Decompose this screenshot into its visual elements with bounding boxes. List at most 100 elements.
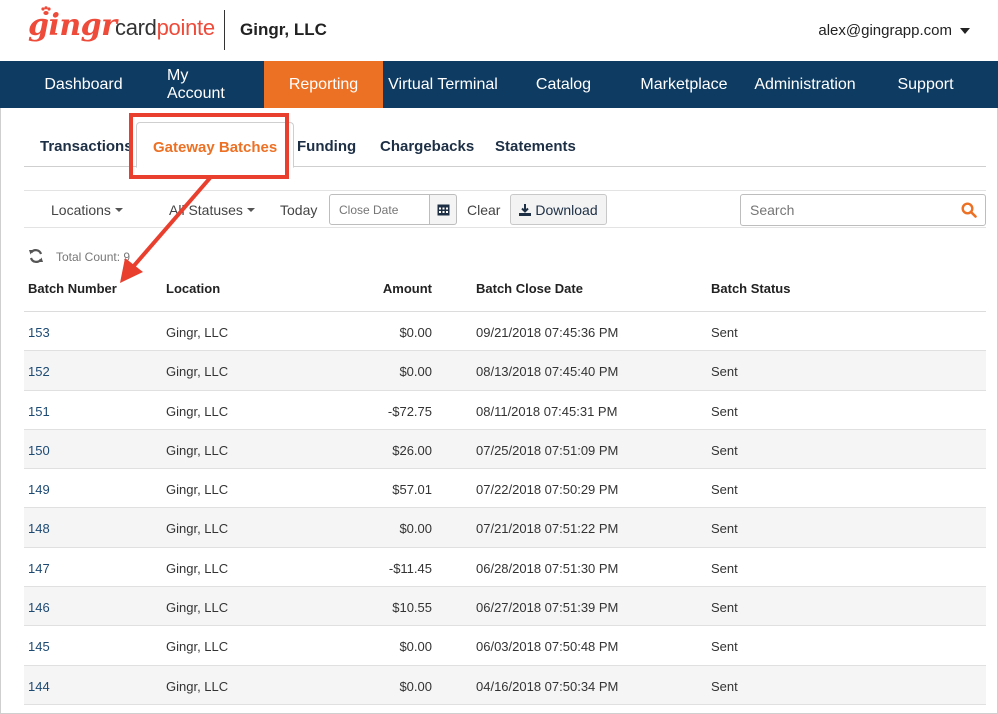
table-row[interactable]: 149 Gingr, LLC $57.01 07/22/2018 07:50:29 P… (24, 469, 986, 509)
location-cell: Gingr, LLC (166, 364, 229, 380)
download-button[interactable]: Download (510, 194, 607, 225)
tab-transactions[interactable]: Transactions (40, 138, 133, 155)
brand-divider (224, 10, 225, 50)
user-menu[interactable]: alex@gingrapp.com (818, 22, 970, 39)
tab-statements[interactable]: Statements (495, 138, 576, 155)
location-cell: Gingr, LLC (166, 678, 229, 694)
refresh-icon[interactable] (28, 248, 44, 264)
close-date-cell: 06/27/2018 07:51:39 PM (476, 600, 619, 616)
calendar-button[interactable] (429, 194, 457, 225)
amount-cell: $0.00 (399, 639, 432, 655)
location-cell: Gingr, LLC (166, 639, 229, 655)
close-date-cell: 09/21/2018 07:45:36 PM (476, 325, 619, 340)
amount-cell: $0.00 (399, 678, 432, 694)
tab-chargebacks[interactable]: Chargebacks (380, 138, 474, 155)
table-row[interactable]: 144 Gingr, LLC $0.00 04/16/2018 07:50:34 PM… (24, 665, 986, 705)
search-input[interactable] (741, 195, 951, 225)
close-date-cell: 06/28/2018 07:51:30 PM (476, 560, 619, 576)
header-location[interactable]: Location (166, 281, 220, 296)
filter-toolbar: Locations All Statuses Today Clear Downl… (24, 190, 986, 228)
batch-number-link[interactable]: 150 (28, 443, 50, 458)
main-nav: Dashboard My Account Reporting Virtual T… (0, 61, 998, 108)
status-cell: Sent (711, 560, 738, 576)
table-row[interactable]: 153 Gingr, LLC $0.00 09/21/2018 07:45:36 PM… (24, 312, 986, 352)
table-row[interactable]: 145 Gingr, LLC $0.00 06/03/2018 07:50:48 PM… (24, 626, 986, 666)
total-count: Total Count: 9 (56, 250, 131, 264)
status-cell: Sent (711, 639, 738, 655)
nav-support[interactable]: Support (866, 61, 985, 108)
table-row[interactable]: 147 Gingr, LLC -$11.45 06/28/2018 07:51:30 … (24, 547, 986, 588)
batches-table: Batch Number Location Amount Batch Close… (24, 268, 986, 705)
annotation-highlight-box (129, 113, 289, 179)
user-email: alex@gingrapp.com (818, 22, 952, 39)
location-cell: Gingr, LLC (166, 442, 229, 458)
tab-funding[interactable]: Funding (297, 138, 356, 155)
caret-down-icon (114, 208, 123, 212)
location-cell: Gingr, LLC (166, 482, 229, 498)
table-header: Batch Number Location Amount Batch Close… (24, 268, 986, 312)
nav-administration[interactable]: Administration (744, 61, 866, 108)
nav-dashboard[interactable]: Dashboard (0, 61, 167, 108)
caret-down-icon (246, 208, 255, 212)
batch-number-link[interactable]: 147 (28, 561, 50, 576)
table-row[interactable]: 150 Gingr, LLC $26.00 07/25/2018 07:51:09 P… (24, 429, 986, 470)
table-row[interactable]: 146 Gingr, LLC $10.55 06/27/2018 07:51:39 P… (24, 587, 986, 627)
clear-button[interactable]: Clear (467, 202, 500, 218)
location-cell: Gingr, LLC (166, 560, 229, 576)
header-close-date[interactable]: Batch Close Date (476, 281, 583, 296)
table-row[interactable]: 148 Gingr, LLC $0.00 07/21/2018 07:51:22 PM… (24, 508, 986, 548)
batch-number-link[interactable]: 148 (28, 521, 50, 536)
statuses-label: All Statuses (169, 202, 243, 218)
status-cell: Sent (711, 521, 738, 537)
amount-cell: $26.00 (392, 442, 432, 458)
close-date-cell: 08/11/2018 07:45:31 PM (476, 403, 618, 419)
company-name: Gingr, LLC (240, 20, 327, 39)
nav-my-account[interactable]: My Account (167, 61, 240, 108)
nav-catalog[interactable]: Catalog (503, 61, 624, 108)
statuses-dropdown[interactable]: All Statuses (169, 202, 255, 218)
table-body: 153 Gingr, LLC $0.00 09/21/2018 07:45:36 PM… (24, 312, 986, 705)
amount-cell: $0.00 (399, 364, 432, 380)
close-date-input[interactable] (329, 194, 430, 225)
table-row[interactable]: 151 Gingr, LLC -$72.75 08/11/2018 07:45:31 … (24, 390, 986, 430)
status-cell: Sent (711, 678, 738, 694)
header-amount[interactable]: Amount (342, 281, 432, 296)
cardpointe-logo: cardpointe (115, 15, 215, 40)
location-cell: Gingr, LLC (166, 600, 229, 616)
location-cell: Gingr, LLC (166, 521, 229, 537)
amount-cell: -$11.45 (388, 560, 432, 576)
status-cell: Sent (711, 442, 738, 458)
batch-number-link[interactable]: 145 (28, 639, 50, 654)
close-date-cell: 07/21/2018 07:51:22 PM (476, 521, 619, 537)
amount-cell: $57.01 (392, 482, 432, 498)
nav-virtual-terminal[interactable]: Virtual Terminal (383, 61, 503, 108)
calendar-icon (437, 204, 449, 216)
caret-down-icon (960, 27, 970, 34)
download-label: Download (535, 201, 598, 218)
amount-cell: $10.55 (392, 600, 432, 616)
close-date-cell: 06/03/2018 07:50:48 PM (476, 639, 619, 655)
table-row[interactable]: 152 Gingr, LLC $0.00 08/13/2018 07:45:40 PM… (24, 351, 986, 391)
close-date-cell: 07/22/2018 07:50:29 PM (476, 482, 619, 498)
batch-number-link[interactable]: 149 (28, 482, 50, 497)
location-cell: Gingr, LLC (166, 403, 229, 419)
status-cell: Sent (711, 482, 738, 498)
search-icon[interactable] (961, 202, 977, 218)
status-cell: Sent (711, 364, 738, 380)
batch-number-link[interactable]: 151 (28, 404, 50, 419)
app-header: gingr cardpointe Gingr, LLC alex@gingrap… (0, 0, 998, 62)
header-batch-number[interactable]: Batch Number (28, 281, 117, 296)
status-cell: Sent (711, 325, 738, 340)
nav-reporting[interactable]: Reporting (264, 61, 383, 108)
close-date-cell: 08/13/2018 07:45:40 PM (476, 364, 619, 380)
batch-number-link[interactable]: 152 (28, 364, 50, 379)
batch-number-link[interactable]: 153 (28, 325, 50, 340)
batch-number-link[interactable]: 144 (28, 679, 50, 694)
batch-number-link[interactable]: 146 (28, 600, 50, 615)
nav-marketplace[interactable]: Marketplace (624, 61, 744, 108)
close-date-cell: 07/25/2018 07:51:09 PM (476, 442, 619, 458)
amount-cell: $0.00 (399, 521, 432, 537)
today-button[interactable]: Today (280, 202, 317, 218)
header-status[interactable]: Batch Status (711, 281, 790, 296)
locations-dropdown[interactable]: Locations (51, 202, 123, 218)
